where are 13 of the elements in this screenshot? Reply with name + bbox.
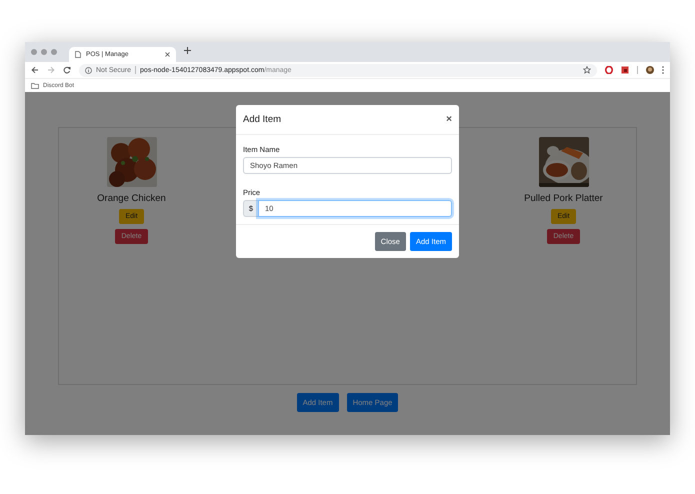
info-icon: [85, 66, 92, 74]
item-name: Orange Chicken: [97, 193, 166, 204]
avatar-icon[interactable]: [646, 66, 654, 74]
back-icon[interactable]: [31, 66, 39, 74]
new-tab-icon[interactable]: [184, 46, 191, 54]
item-name: Pulled Pork Platter: [524, 193, 603, 204]
close-button[interactable]: ×: [446, 114, 452, 124]
modal-title: Add Item: [243, 114, 282, 125]
folder-icon: [31, 82, 39, 88]
close-icon[interactable]: [165, 52, 170, 57]
document-icon: [75, 51, 81, 58]
reload-icon[interactable]: [63, 66, 71, 74]
star-icon[interactable]: [583, 66, 591, 74]
